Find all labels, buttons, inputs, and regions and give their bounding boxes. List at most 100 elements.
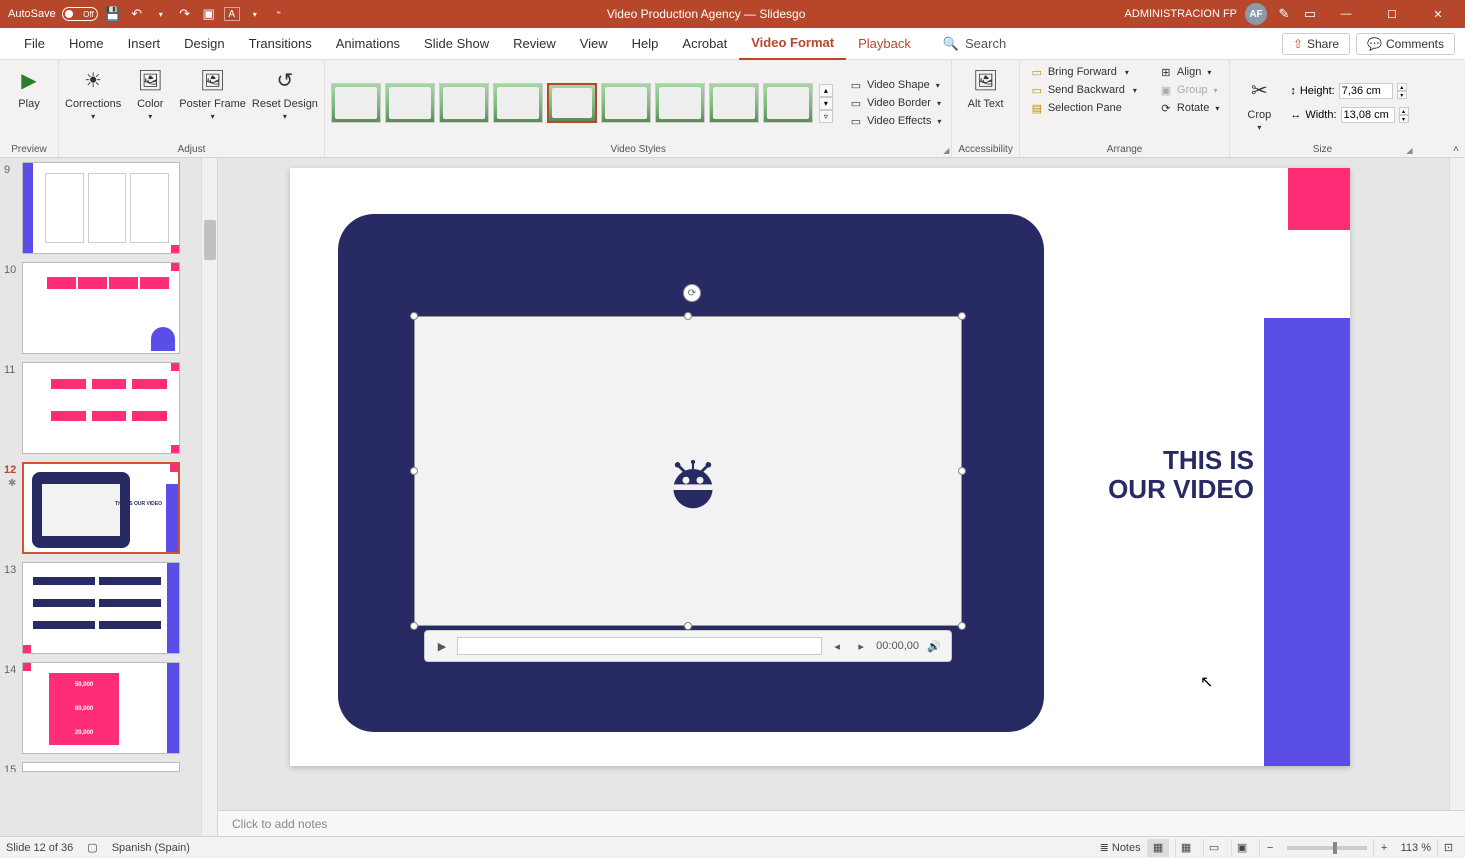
- resize-handle[interactable]: [410, 467, 418, 475]
- dialog-launcher-icon[interactable]: ◢: [1406, 146, 1412, 155]
- height-input[interactable]: [1339, 83, 1393, 99]
- save-icon[interactable]: 💾: [104, 5, 122, 23]
- qat-customize-icon[interactable]: ⁼: [270, 5, 288, 23]
- tab-playback[interactable]: Playback: [846, 28, 923, 60]
- player-step-fwd-icon[interactable]: ▸: [852, 637, 870, 655]
- alt-text-button[interactable]: 🖼 Alt Text: [963, 64, 1009, 110]
- accessibility-check-icon[interactable]: ▢: [87, 841, 97, 854]
- view-sorter-icon[interactable]: ▦: [1175, 839, 1197, 857]
- status-language[interactable]: Spanish (Spain): [112, 842, 190, 854]
- view-reading-icon[interactable]: ▭: [1203, 839, 1225, 857]
- view-slideshow-icon[interactable]: ▣: [1231, 839, 1253, 857]
- collapse-ribbon-icon[interactable]: ˄: [1453, 144, 1459, 155]
- comments-button[interactable]: 💬 Comments: [1356, 33, 1455, 55]
- thumbnail-14[interactable]: 14 50,00080,00020,000: [0, 658, 217, 758]
- zoom-in-icon[interactable]: +: [1373, 839, 1395, 857]
- slide-canvas[interactable]: ⟳: [290, 168, 1350, 766]
- gallery-more-icon[interactable]: ▿: [819, 110, 833, 123]
- align-button[interactable]: ⊞Align▾: [1155, 64, 1223, 80]
- resize-handle[interactable]: [958, 467, 966, 475]
- resize-handle[interactable]: [958, 622, 966, 630]
- style-item[interactable]: [493, 83, 543, 123]
- tab-slideshow[interactable]: Slide Show: [412, 28, 501, 60]
- tab-file[interactable]: File: [12, 28, 57, 60]
- thumbnail-scrollbar[interactable]: [201, 158, 217, 836]
- workspace-scrollbar[interactable]: [1449, 158, 1465, 810]
- rotate-handle-icon[interactable]: ⟳: [683, 284, 701, 302]
- width-up-icon[interactable]: ▴: [1399, 107, 1409, 115]
- undo-icon[interactable]: ↶: [128, 5, 146, 23]
- tab-view[interactable]: View: [568, 28, 620, 60]
- video-shape-button[interactable]: ▭Video Shape▾: [845, 77, 945, 93]
- qat-font-icon[interactable]: A: [224, 7, 240, 21]
- width-down-icon[interactable]: ▾: [1399, 115, 1409, 123]
- resize-handle[interactable]: [410, 312, 418, 320]
- tab-design[interactable]: Design: [172, 28, 236, 60]
- zoom-out-icon[interactable]: −: [1259, 839, 1281, 857]
- slide-title-text[interactable]: THIS IS OUR VIDEO: [1108, 446, 1254, 503]
- thumbnail-15[interactable]: 15: [0, 758, 217, 772]
- zoom-slider[interactable]: [1287, 846, 1367, 850]
- tab-review[interactable]: Review: [501, 28, 568, 60]
- player-volume-icon[interactable]: 🔊: [925, 637, 943, 655]
- bring-forward-button[interactable]: ▭Bring Forward▾: [1026, 64, 1141, 80]
- resize-handle[interactable]: [684, 312, 692, 320]
- style-item[interactable]: [385, 83, 435, 123]
- color-button[interactable]: 🖼 Color ▾: [127, 64, 173, 121]
- tab-home[interactable]: Home: [57, 28, 116, 60]
- rotate-button[interactable]: ⟳Rotate▾: [1155, 100, 1223, 116]
- tab-video-format[interactable]: Video Format: [739, 28, 846, 60]
- view-normal-icon[interactable]: ▦: [1147, 839, 1169, 857]
- qat-dropdown-icon[interactable]: ▾: [246, 5, 264, 23]
- reset-design-button[interactable]: ↺ Reset Design ▾: [252, 64, 318, 121]
- height-up-icon[interactable]: ▴: [1397, 83, 1407, 91]
- pen-icon[interactable]: ✎: [1275, 5, 1293, 23]
- status-slide-position[interactable]: Slide 12 of 36: [6, 842, 73, 854]
- account-avatar[interactable]: AF: [1245, 3, 1267, 25]
- style-item[interactable]: [763, 83, 813, 123]
- thumbnail-13[interactable]: 13: [0, 558, 217, 658]
- tab-help[interactable]: Help: [620, 28, 671, 60]
- resize-handle[interactable]: [684, 622, 692, 630]
- thumbnail-12[interactable]: 12 ✱ THIS IS OUR VIDEO: [0, 458, 217, 558]
- redo-icon[interactable]: ↷: [176, 5, 194, 23]
- send-backward-button[interactable]: ▭Send Backward▾: [1026, 82, 1141, 98]
- selection-pane-button[interactable]: ▤Selection Pane: [1026, 100, 1141, 116]
- notes-toggle[interactable]: ≣Notes: [1100, 841, 1141, 854]
- tab-acrobat[interactable]: Acrobat: [670, 28, 739, 60]
- close-button[interactable]: ✕: [1419, 0, 1457, 28]
- slide-thumbnail-panel[interactable]: 9 10 11: [0, 158, 218, 836]
- gallery-up-icon[interactable]: ▴: [819, 84, 833, 97]
- width-input[interactable]: [1341, 107, 1395, 123]
- tab-transitions[interactable]: Transitions: [237, 28, 324, 60]
- autosave-toggle[interactable]: Off: [62, 7, 98, 21]
- corrections-button[interactable]: ☀ Corrections ▾: [65, 64, 121, 121]
- player-step-back-icon[interactable]: ◂: [828, 637, 846, 655]
- search-box[interactable]: 🔍 Search: [943, 36, 1006, 52]
- style-item[interactable]: [709, 83, 759, 123]
- resize-handle[interactable]: [958, 312, 966, 320]
- resize-handle[interactable]: [410, 622, 418, 630]
- style-item[interactable]: [331, 83, 381, 123]
- fit-to-window-icon[interactable]: ⊡: [1437, 839, 1459, 857]
- play-button[interactable]: ▶ Play: [6, 64, 52, 110]
- notes-pane[interactable]: Click to add notes: [218, 810, 1465, 836]
- player-seek-track[interactable]: [457, 637, 822, 655]
- undo-dropdown-icon[interactable]: ▾: [152, 5, 170, 23]
- crop-button[interactable]: ✂ Crop ▾: [1236, 75, 1282, 132]
- style-item[interactable]: [439, 83, 489, 123]
- video-style-gallery[interactable]: [331, 83, 813, 123]
- zoom-level[interactable]: 113 %: [1401, 842, 1431, 854]
- video-effects-button[interactable]: ▭Video Effects▾: [845, 113, 945, 129]
- maximize-button[interactable]: ☐: [1373, 0, 1411, 28]
- thumbnail-9[interactable]: 9: [0, 158, 217, 258]
- start-from-beginning-icon[interactable]: ▣: [200, 5, 218, 23]
- share-button[interactable]: ⇧ Share: [1282, 33, 1350, 55]
- minimize-button[interactable]: —: [1327, 0, 1365, 28]
- gallery-down-icon[interactable]: ▾: [819, 97, 833, 110]
- style-item-selected[interactable]: [547, 83, 597, 123]
- account-name[interactable]: ADMINISTRACION FP: [1125, 8, 1237, 20]
- thumbnail-11[interactable]: 11: [0, 358, 217, 458]
- thumbnail-10[interactable]: 10: [0, 258, 217, 358]
- dialog-launcher-icon[interactable]: ◢: [943, 146, 949, 155]
